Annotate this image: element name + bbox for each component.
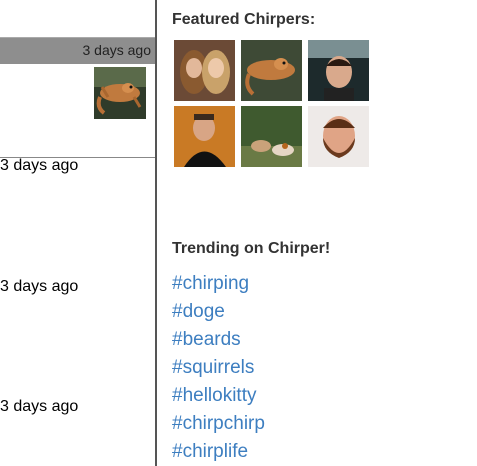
post-time-label: 3 days ago (0, 278, 79, 295)
post-body (0, 0, 155, 38)
hashtag-link[interactable]: #doge (172, 298, 265, 326)
bearded-man-avatar[interactable] (308, 106, 369, 167)
hashtag-link[interactable]: #beards (172, 326, 265, 354)
hashtag-link[interactable]: #squirrels (172, 354, 265, 382)
dogs-avatar[interactable] (241, 106, 302, 167)
hashtag-link[interactable]: #chirping (172, 270, 265, 298)
featured-chirpers-title: Featured Chirpers: (172, 11, 316, 28)
squirrel-avatar[interactable] (241, 40, 302, 101)
flying-squirrel-photo[interactable] (94, 67, 146, 119)
post-time-label: 3 days ago (0, 398, 79, 415)
hashtag-link[interactable]: #chirpchirp (172, 410, 265, 438)
hashtag-link[interactable]: #hellokitty (172, 382, 265, 410)
feed-post[interactable]: 3 days ago (0, 157, 155, 175)
women-avatar[interactable] (174, 40, 235, 101)
feed-post[interactable]: 3 days ago (0, 278, 155, 296)
post-time-label: 3 days ago (82, 42, 152, 58)
post-time-bar: 3 days ago (0, 398, 155, 416)
man-dark-avatar[interactable] (174, 106, 235, 167)
post-time-bar: 3 days ago (0, 38, 155, 64)
trending-hashtag-list: #chirping #doge #beards #squirrels #hell… (172, 270, 265, 466)
feed-divider (155, 0, 157, 466)
man-car-avatar[interactable] (308, 40, 369, 101)
post-time-bar: 3 days ago (0, 278, 155, 296)
feed-post[interactable]: 3 days ago (0, 0, 155, 158)
post-time-label: 3 days ago (0, 157, 79, 174)
feed-post[interactable]: 3 days ago (0, 398, 155, 416)
chirp-feed: 3 days ago 3 days ago 3 days ago 3 days … (0, 0, 157, 466)
hashtag-link[interactable]: #chirplife (172, 438, 265, 466)
post-time-bar: 3 days ago (0, 157, 155, 175)
trending-title: Trending on Chirper! (172, 240, 331, 257)
